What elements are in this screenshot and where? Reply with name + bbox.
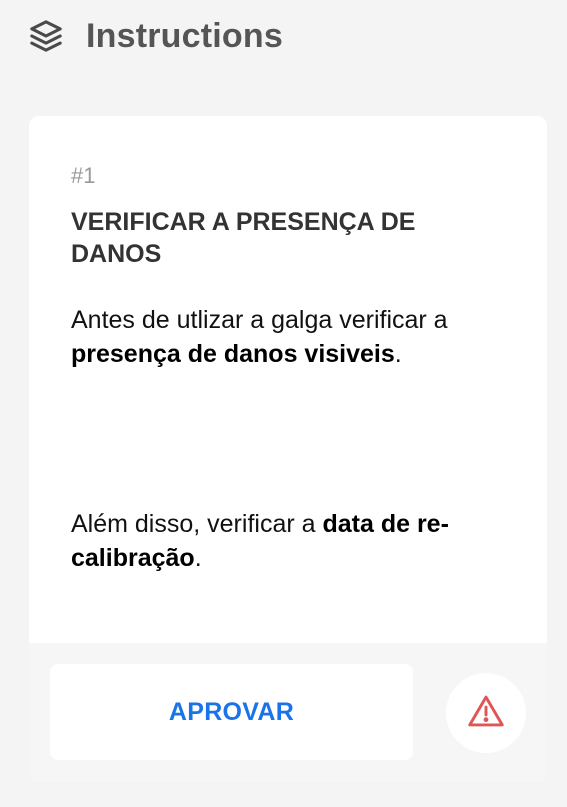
approve-button[interactable]: APROVAR [50,664,413,760]
report-issue-button[interactable] [446,673,526,753]
paragraph-1-text: Antes de utlizar a galga verificar a [71,306,448,334]
paragraph-1-bold: presença de danos visiveis [71,340,395,368]
instruction-card: #1 VERIFICAR A PRESENÇA DE DANOS Antes d… [29,116,547,782]
warning-icon [467,694,505,733]
page-header: Instructions [28,14,283,58]
instruction-paragraph-1: Antes de utlizar a galga verificar a pre… [71,303,501,371]
paragraph-2-end: . [194,544,202,572]
instruction-paragraph-2: Além disso, verificar a data de re-calib… [71,507,501,575]
action-bar: APROVAR [29,643,547,782]
layers-icon [28,18,64,54]
paragraph-1-end: . [394,340,402,368]
step-number: #1 [71,163,96,188]
instruction-body: #1 VERIFICAR A PRESENÇA DE DANOS Antes d… [29,116,547,643]
step-title: VERIFICAR A PRESENÇA DE DANOS [71,208,416,268]
paragraph-2-text: Além disso, verificar a [71,510,323,538]
page-title: Instructions [86,16,283,55]
